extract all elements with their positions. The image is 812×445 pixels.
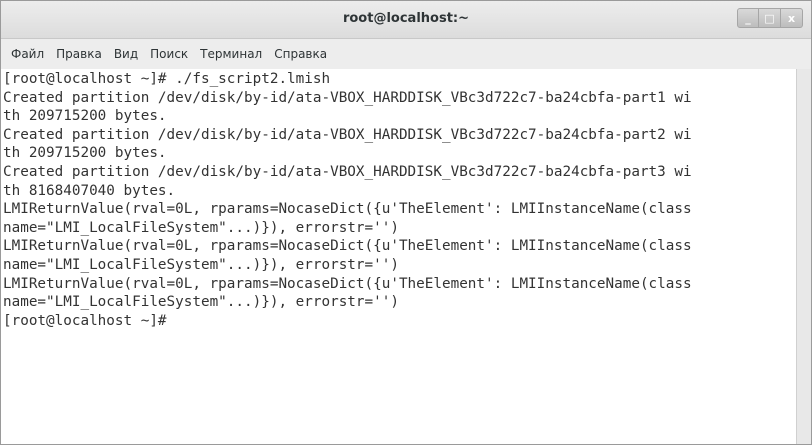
close-button[interactable]: x: [781, 8, 803, 28]
terminal-line: LMIReturnValue(rval=0L, rparams=NocaseDi…: [3, 201, 692, 218]
window-controls: _ □ x: [737, 8, 803, 28]
maximize-button[interactable]: □: [759, 8, 781, 28]
terminal-window: root@localhost:~ _ □ x Файл Правка Вид П…: [0, 0, 812, 445]
terminal-line: th 209715200 bytes.: [3, 108, 167, 125]
terminal-line: [root@localhost ~]# ./fs_script2.lmish: [3, 71, 331, 87]
menu-file[interactable]: Файл: [1, 39, 50, 69]
menu-help[interactable]: Справка: [268, 39, 333, 69]
terminal-line: name="LMI_LocalFileSystem"...)}), errors…: [3, 294, 399, 311]
window-title: root@localhost:~: [342, 11, 470, 26]
terminal-line: th 209715200 bytes.: [3, 145, 167, 162]
terminal-line: name="LMI_LocalFileSystem"...)}), errors…: [3, 219, 399, 236]
terminal-line: Created partition /dev/disk/by-id/ata-VB…: [3, 163, 692, 180]
terminal-line: th 8168407040 bytes.: [3, 182, 176, 199]
menu-edit[interactable]: Правка: [50, 39, 108, 69]
terminal-line: Created partition /dev/disk/by-id/ata-VB…: [3, 89, 692, 106]
terminal-output[interactable]: [root@localhost ~]# ./fs_script2.lmish C…: [1, 69, 797, 444]
menu-view[interactable]: Вид: [108, 39, 144, 69]
terminal-line: Created partition /dev/disk/by-id/ata-VB…: [3, 126, 692, 143]
title-bar[interactable]: root@localhost:~ _ □ x: [1, 1, 811, 39]
terminal-line: LMIReturnValue(rval=0L, rparams=NocaseDi…: [3, 238, 692, 255]
terminal-line: name="LMI_LocalFileSystem"...)}), errors…: [3, 256, 399, 273]
terminal-line: [root@localhost ~]#: [3, 312, 167, 329]
menu-terminal[interactable]: Терминал: [194, 39, 268, 69]
menu-bar: Файл Правка Вид Поиск Терминал Справка: [1, 39, 811, 69]
terminal-line: LMIReturnValue(rval=0L, rparams=NocaseDi…: [3, 275, 692, 292]
vertical-scrollbar[interactable]: [796, 69, 811, 444]
menu-search[interactable]: Поиск: [144, 39, 194, 69]
minimize-button[interactable]: _: [737, 8, 759, 28]
